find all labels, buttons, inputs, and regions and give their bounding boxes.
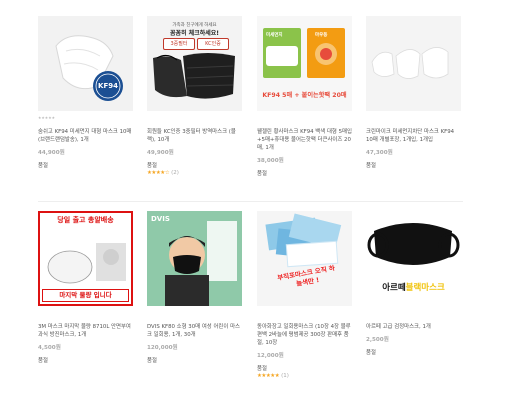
overlay-text-a: 아르떼 [382,283,406,293]
product-title-1[interactable]: 숨쉬고 KF94 미세먼지 대형 마스크 10매 (브랜드랜덤발송), 1개 [38,128,133,144]
black-mask-icon [153,53,235,99]
product-image-3[interactable]: 미세먼지 마우동 KF94 5매 + 붙이는핫팩 20매 [257,16,352,111]
product-price-1: 44,900원 [38,150,65,156]
product-image-8[interactable]: 아르떼블랙마스크 [366,211,461,306]
blue-mask-stack-icon [265,213,342,268]
overlay-brand-text: 아르떼블랙마스크 [366,281,461,293]
product-image-5[interactable]: 당일 출고 총알배송 마지막 물량 입니다 [38,211,133,306]
product-rating-2: ★★★★☆ (2) [147,170,179,176]
product-image-6[interactable]: DVIS [147,211,242,306]
product-price-2: 49,900원 [147,150,174,156]
product-title-5[interactable]: 3M 마스크 마지막 물량 8710L 안면부여과식 방진마스크, 1개 [38,323,133,339]
product-title-2[interactable]: 회원들 KC인증 3중필터 방역마스크 (블랙), 10개 [147,128,242,144]
product-title-6[interactable]: DVIS KF80 소형 30매 여성 어린이 마스크 일회용, 1개, 30개 [147,323,242,339]
product-small-rating-1: ★★★★★ [38,115,56,120]
product-title-8[interactable]: 아르떼 고급 검정마스크, 1개 [366,323,461,331]
promo-text: KF94 5매 + 붙이는핫팩 20매 [262,92,347,99]
product-price-8: 2,500원 [366,337,389,343]
white-mask-icon [371,47,449,79]
star-icons: ★★★★★ [257,373,280,379]
product-image-4[interactable] [366,16,461,111]
review-count: (2) [171,170,179,176]
product-status-5: 품절 [38,358,48,364]
product-status-3: 품절 [257,171,267,177]
product-status-4: 품절 [366,163,376,169]
product-price-3: 38,000원 [257,158,284,164]
product-status-8: 품절 [366,350,376,356]
product-status-1: 품절 [38,163,48,169]
product-price-5: 4,500원 [38,345,61,351]
review-count: (1) [281,373,289,379]
product-title-3[interactable]: 웰젤린 황사마스크 KF94 백색 대형 5매입+5매+휴대용 물어는핫팩 더큰… [257,128,352,152]
product-price-7: 12,000원 [257,353,284,359]
pack-label-left: 미세먼지 [266,33,283,38]
product-image-1[interactable]: KF94 [38,16,133,111]
overlay-text-b: 블랙마스크 [405,283,445,293]
product-price-6: 120,000원 [147,345,178,351]
product-title-7[interactable]: 동아화장고 일회용마스크 (10장 4장 블루편백 2바늘에 평범제공 300장… [257,323,352,347]
pack-label-right: 마우동 [315,33,328,38]
row-divider [38,201,463,202]
product-rating-7: ★★★★★ (1) [257,373,289,379]
child-mask-icon [165,221,237,306]
product-status-2: 품절 [147,163,157,169]
product-status-7: 품절 [257,366,267,372]
kf94-badge: KF94 [98,82,118,90]
product-status-6: 품절 [147,358,157,364]
product-title-4[interactable]: 크린마이크 미세먼지차단 마스크 KF94 10매 개별포장, 1개입, 1개입 [366,128,461,144]
product-price-4: 47,300원 [366,150,393,156]
star-icons: ★★★★☆ [147,170,170,176]
product-image-7[interactable]: 부직포마스크 오직 하늘색만 ! [257,211,352,306]
product-image-2[interactable]: 가족과 친구에게 하세요 꼼꼼히 체크하세요! 3중필터 KC인증 [147,16,242,111]
banner-bottom: 마지막 물량 입니다 [42,289,129,302]
